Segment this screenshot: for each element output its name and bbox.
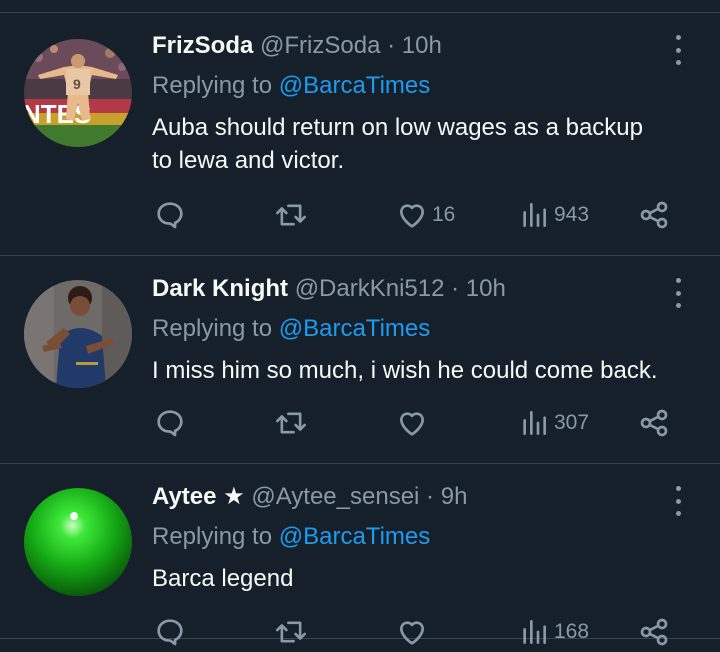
retweet-button[interactable] xyxy=(274,406,308,440)
replying-to: Replying to @BarcaTimes xyxy=(152,522,660,552)
retweet-icon xyxy=(275,204,307,226)
display-name[interactable]: FrizSoda xyxy=(152,32,253,59)
tweet-actions: 16 943 xyxy=(152,198,682,232)
mention-link[interactable]: @BarcaTimes xyxy=(279,523,431,550)
retweet-icon xyxy=(275,412,307,434)
tweet-text: Auba should return on low wages as a bac… xyxy=(152,114,643,174)
more-options-button[interactable] xyxy=(666,35,690,65)
heart-icon xyxy=(400,204,424,228)
views-button[interactable]: 168 xyxy=(518,615,589,649)
tweet-actions: 307 xyxy=(152,406,682,440)
tweet-header: Dark Knight @DarkKni512 · 10h xyxy=(152,274,660,304)
timestamp[interactable]: 9h xyxy=(441,483,468,510)
reply-icon xyxy=(157,619,183,646)
views-icon xyxy=(523,411,546,435)
share-button[interactable] xyxy=(638,406,670,440)
user-handle[interactable]: @FrizSoda xyxy=(260,32,380,59)
retweet-icon xyxy=(275,621,307,643)
avatar-jersey-number: 9 xyxy=(73,76,81,92)
user-handle[interactable]: @Aytee_sensei xyxy=(251,483,419,510)
more-icon-dot xyxy=(675,278,681,283)
views-icon xyxy=(523,620,546,644)
tweet-reply[interactable]: NTES 9 FrizSoda @FrizSoda · 10h Replying… xyxy=(0,13,720,256)
reply-button[interactable] xyxy=(154,615,186,649)
avatar[interactable] xyxy=(24,280,132,388)
retweet-button[interactable] xyxy=(274,615,308,649)
more-icon-dot xyxy=(675,35,681,40)
replying-to: Replying to @BarcaTimes xyxy=(152,71,660,101)
avatar[interactable]: NTES 9 xyxy=(24,39,132,147)
separator-dot: · xyxy=(451,275,460,302)
tweet-header: FrizSoda @FrizSoda · 10h xyxy=(152,31,660,61)
avatar-image xyxy=(24,488,132,596)
like-count: 16 xyxy=(432,203,456,226)
heart-icon xyxy=(400,412,424,436)
mention-link[interactable]: @BarcaTimes xyxy=(279,315,431,342)
more-icon-dot xyxy=(675,511,681,516)
timestamp[interactable]: 10h xyxy=(466,275,506,302)
reply-button[interactable] xyxy=(154,406,186,440)
heart-icon xyxy=(400,621,424,645)
tweet-header: Aytee ★ @Aytee_sensei · 9h xyxy=(152,482,660,512)
view-count: 943 xyxy=(554,203,590,226)
share-icon xyxy=(640,201,668,229)
more-icon-dot xyxy=(675,290,681,296)
reply-icon xyxy=(157,202,183,229)
like-button[interactable] xyxy=(396,615,432,649)
reply-icon xyxy=(157,410,183,437)
views-button[interactable]: 307 xyxy=(518,406,589,440)
star-badge-icon: ★ xyxy=(223,483,245,510)
display-name[interactable]: Dark Knight xyxy=(152,275,288,302)
replying-to-label: Replying to xyxy=(152,72,273,99)
like-button[interactable]: 16 xyxy=(396,198,455,232)
views-icon xyxy=(523,203,546,227)
avatar[interactable] xyxy=(24,488,132,596)
more-options-button[interactable] xyxy=(666,486,690,516)
more-options-button[interactable] xyxy=(666,278,690,308)
views-button[interactable]: 943 xyxy=(518,198,589,232)
display-name[interactable]: Aytee xyxy=(152,483,216,510)
avatar-image xyxy=(24,280,132,388)
tweet-text: I miss him so much, i wish he could come… xyxy=(152,357,658,384)
view-count: 168 xyxy=(554,620,590,643)
replying-to-label: Replying to xyxy=(152,315,273,342)
more-icon-dot xyxy=(675,47,681,53)
separator-dot: · xyxy=(387,32,396,59)
like-button[interactable] xyxy=(396,406,432,440)
tweet-actions: 168 xyxy=(152,615,682,649)
more-icon-dot xyxy=(675,303,681,308)
separator-dot: · xyxy=(426,483,435,510)
more-icon-dot xyxy=(675,60,681,65)
share-button[interactable] xyxy=(638,198,670,232)
more-icon-dot xyxy=(675,498,681,504)
tweet-text: Barca legend xyxy=(152,565,294,592)
share-icon xyxy=(640,409,668,437)
avatar-image: NTES 9 xyxy=(24,39,132,147)
share-button[interactable] xyxy=(638,615,670,649)
tweet-reply[interactable]: Dark Knight @DarkKni512 · 10h Replying t… xyxy=(0,256,720,464)
view-count: 307 xyxy=(554,411,590,434)
tweet-reply[interactable]: Aytee ★ @Aytee_sensei · 9h Replying to @… xyxy=(0,464,720,646)
timestamp[interactable]: 10h xyxy=(402,32,442,59)
reply-button[interactable] xyxy=(154,198,186,232)
retweet-button[interactable] xyxy=(274,198,308,232)
mention-link[interactable]: @BarcaTimes xyxy=(279,72,431,99)
replying-to-label: Replying to xyxy=(152,523,273,550)
more-icon-dot xyxy=(675,486,681,491)
replying-to: Replying to @BarcaTimes xyxy=(152,314,660,344)
share-icon xyxy=(640,618,668,646)
user-handle[interactable]: @DarkKni512 xyxy=(295,275,445,302)
